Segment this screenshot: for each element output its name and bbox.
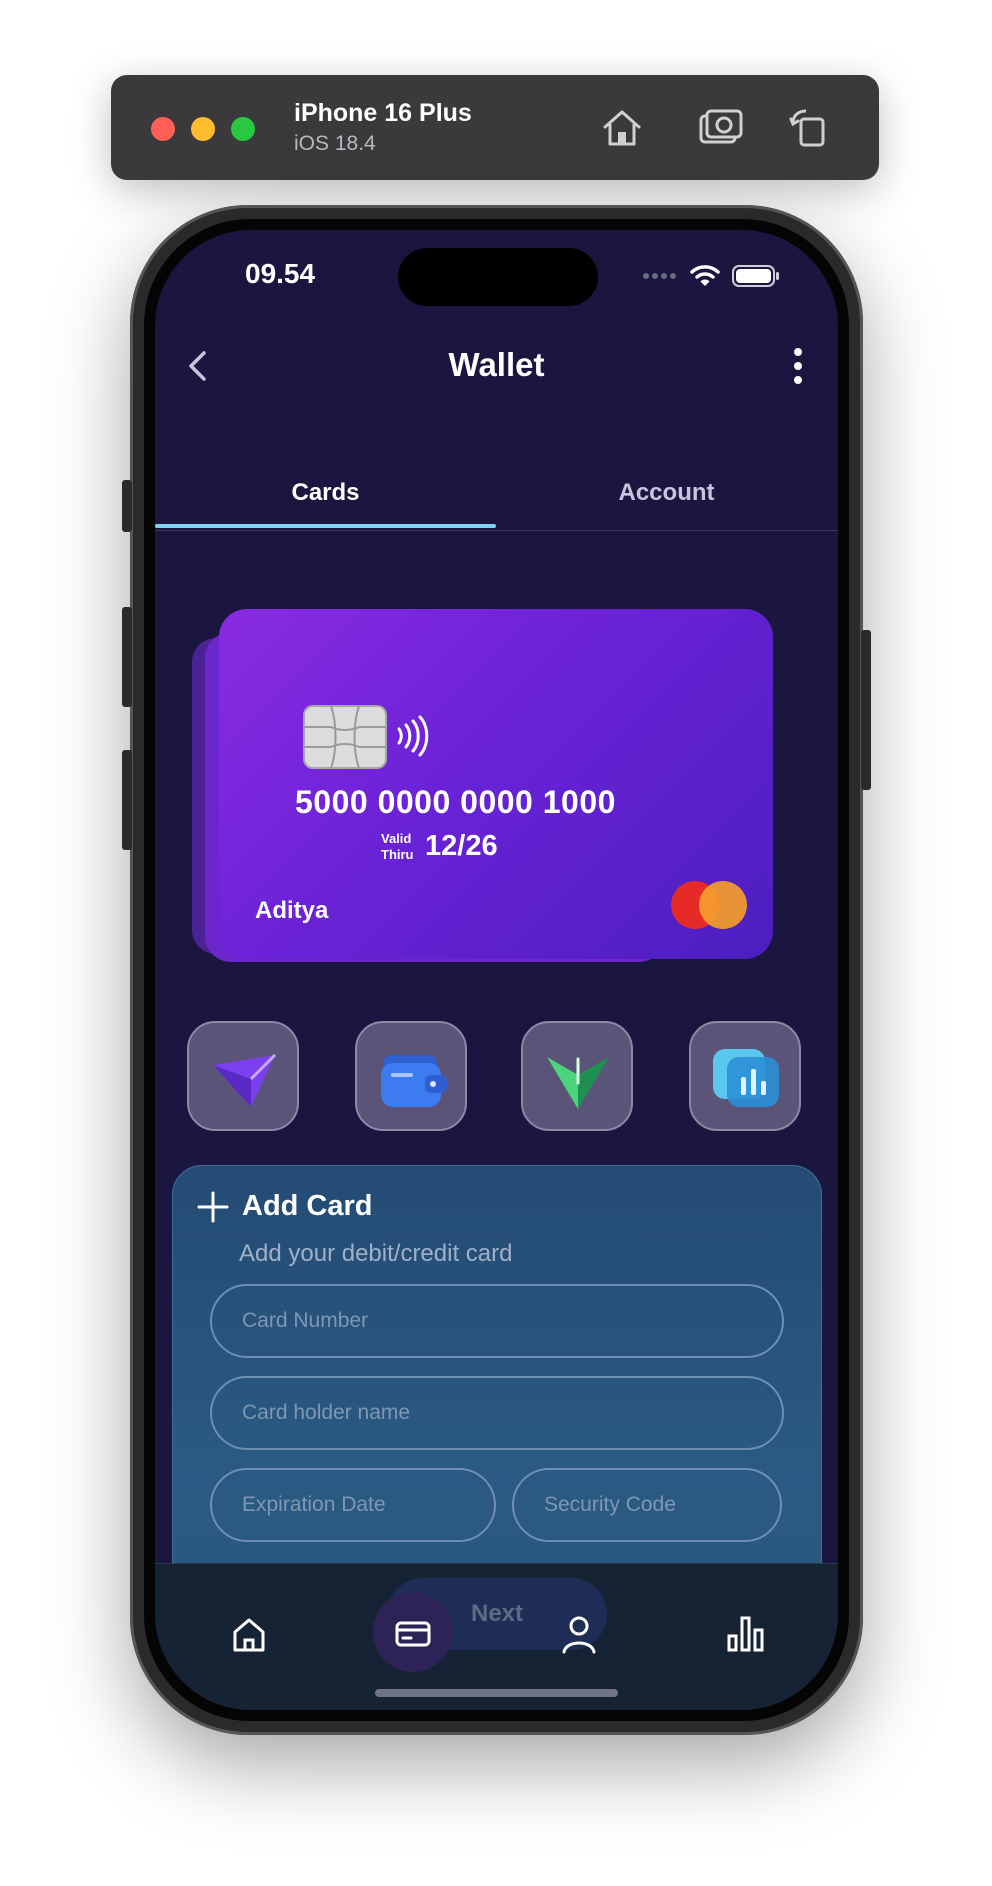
volume-down-button [122,750,132,850]
vpn-icon [547,1057,609,1109]
analytics-icon [713,1049,779,1107]
close-window-button[interactable] [151,117,175,141]
quick-action-analytics[interactable] [689,1021,801,1131]
minimize-window-button[interactable] [191,117,215,141]
payment-card[interactable]: 5000 0000 0000 1000 Valid Thiru 12/26 Ad… [219,609,773,959]
quick-action-send[interactable] [187,1021,299,1131]
mastercard-logo [671,881,747,929]
profile-icon[interactable] [557,1612,601,1656]
tab-account[interactable]: Account [496,470,837,530]
card-number-field[interactable]: Card Number [210,1284,784,1358]
wifi-icon [690,265,720,286]
card-holder-field[interactable]: Card holder name [210,1376,784,1450]
card-icon[interactable] [391,1612,435,1656]
os-version: iOS 18.4 [294,132,376,155]
valid-thru-label: Valid Thiru [381,831,414,863]
volume-up-button [122,607,132,707]
tab-bar: Cards Account [155,470,838,531]
action-button [122,480,132,532]
expiration-date-field[interactable]: Expiration Date [210,1468,496,1542]
phone-screen: 09.54 Wallet Cards Account 5000 0000 000… [155,230,838,1710]
more-vertical-icon[interactable] [788,346,808,386]
valid-label-line1: Valid [381,831,412,846]
tab-cards[interactable]: Cards [155,470,496,530]
valid-label-line2: Thiru [381,847,414,862]
contactless-icon [397,715,429,757]
send-icon [213,1053,277,1107]
wallet-icon [381,1055,447,1107]
chart-icon[interactable] [723,1612,767,1656]
quick-action-wallet[interactable] [355,1021,467,1131]
home-indicator [375,1689,618,1697]
quick-action-vpn[interactable] [521,1021,633,1131]
card-holder-name: Aditya [255,897,329,924]
zoom-window-button[interactable] [231,117,255,141]
add-card-subtitle: Add your debit/credit card [239,1240,513,1267]
dynamic-island [398,248,598,306]
status-icons [642,264,780,288]
add-card-title: Add Card [242,1190,373,1222]
simulator-toolbar: iPhone 16 Plus iOS 18.4 [111,75,879,180]
rotate-icon[interactable] [783,103,833,153]
status-time: 09.54 [245,258,316,289]
signal-icon [643,273,676,279]
page-title: Wallet [448,346,545,383]
tab-indicator [155,524,496,528]
home-icon[interactable] [227,1612,271,1656]
security-code-field[interactable]: Security Code [512,1468,782,1542]
screenshot-icon[interactable] [695,103,745,153]
card-number: 5000 0000 0000 1000 [295,784,616,820]
chip-icon [303,705,387,769]
battery-icon [732,265,779,287]
device-name: iPhone 16 Plus [294,99,472,127]
home-icon[interactable] [597,103,647,153]
card-expiry: 12/26 [425,830,498,862]
power-button [861,630,871,790]
plus-icon [197,1191,229,1223]
